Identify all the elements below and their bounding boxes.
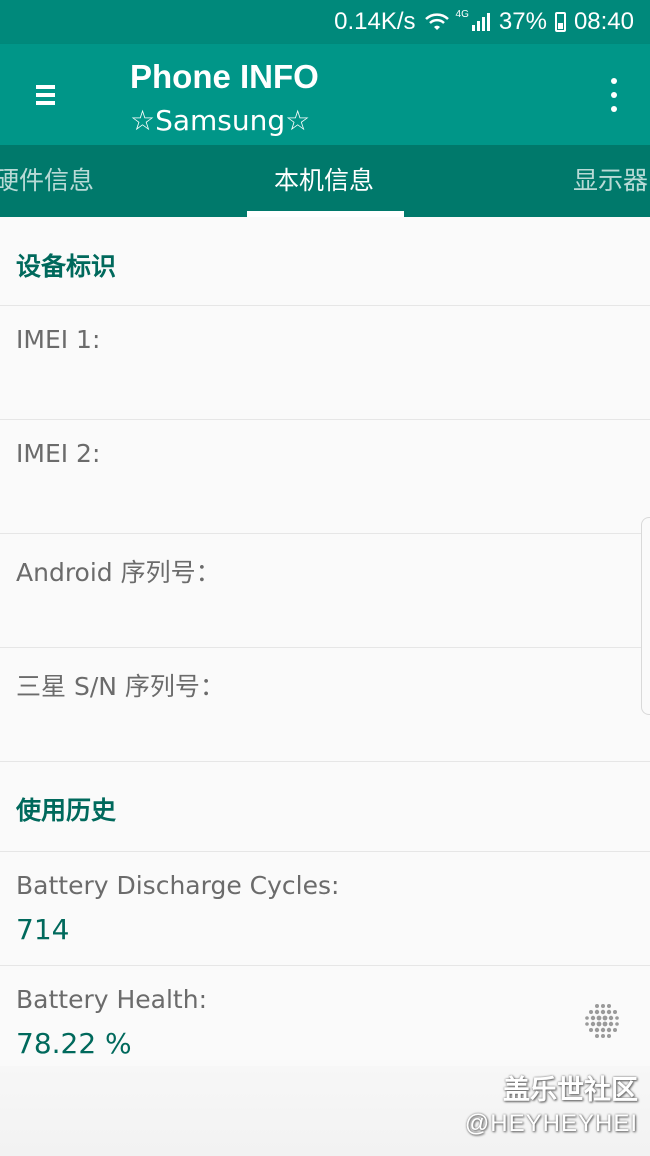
divider <box>0 965 650 966</box>
item-value: 78.22 % <box>16 1027 132 1060</box>
info-list[interactable]: 设备标识 IMEI 1: IMEI 2: Android 序列号： 三星 S/N… <box>0 217 650 1156</box>
status-bar: 0.14K/s 4G 37% 08:40 <box>0 0 650 44</box>
item-label: Battery Discharge Cycles: <box>16 871 340 900</box>
watermark-community: 盖乐世社区 <box>503 1075 638 1106</box>
divider <box>0 533 650 534</box>
hamburger-menu-icon[interactable] <box>28 78 62 112</box>
item-label: IMEI 1: <box>16 325 101 354</box>
divider <box>0 419 650 420</box>
item-label: 三星 S/N 序列号： <box>16 672 225 701</box>
signal-icon <box>471 13 490 31</box>
item-label: IMEI 2: <box>16 439 101 468</box>
item-value: 714 <box>16 913 70 946</box>
network-type: 4G <box>455 8 469 20</box>
divider <box>0 305 650 306</box>
watermark-username: @HEYHEYHEI <box>464 1110 638 1137</box>
app-title: Phone INFO <box>130 58 319 95</box>
net-speed: 0.14K/s <box>334 8 416 35</box>
dot-grid-icon <box>585 1004 619 1038</box>
item-label: Android 序列号： <box>16 558 221 587</box>
fast-scroll-handle[interactable] <box>641 517 650 715</box>
item-label: Battery Health: <box>16 985 207 1014</box>
clock: 08:40 <box>573 8 634 35</box>
divider <box>0 647 650 648</box>
wifi-icon <box>424 13 449 30</box>
tab-device-info[interactable]: 本机信息 <box>274 145 374 217</box>
tab-display[interactable]: 显示器 <box>573 145 648 217</box>
divider <box>0 851 650 852</box>
more-vertical-icon[interactable] <box>604 78 624 112</box>
tab-hardware-info[interactable]: 硬件信息 <box>0 145 94 217</box>
app-toolbar: Phone INFO ☆Samsung☆ <box>0 44 650 145</box>
tab-bar: 硬件信息 本机信息 显示器 <box>0 145 650 217</box>
status-icons: 0.14K/s 4G 37% 08:40 <box>326 0 634 44</box>
section-header-usage-history: 使用历史 <box>16 796 117 825</box>
battery-percent: 37% <box>498 8 547 35</box>
section-header-device-id: 设备标识 <box>16 252 117 281</box>
battery-icon <box>554 12 566 32</box>
divider <box>0 761 650 762</box>
app-subtitle: ☆Samsung☆ <box>130 104 311 137</box>
